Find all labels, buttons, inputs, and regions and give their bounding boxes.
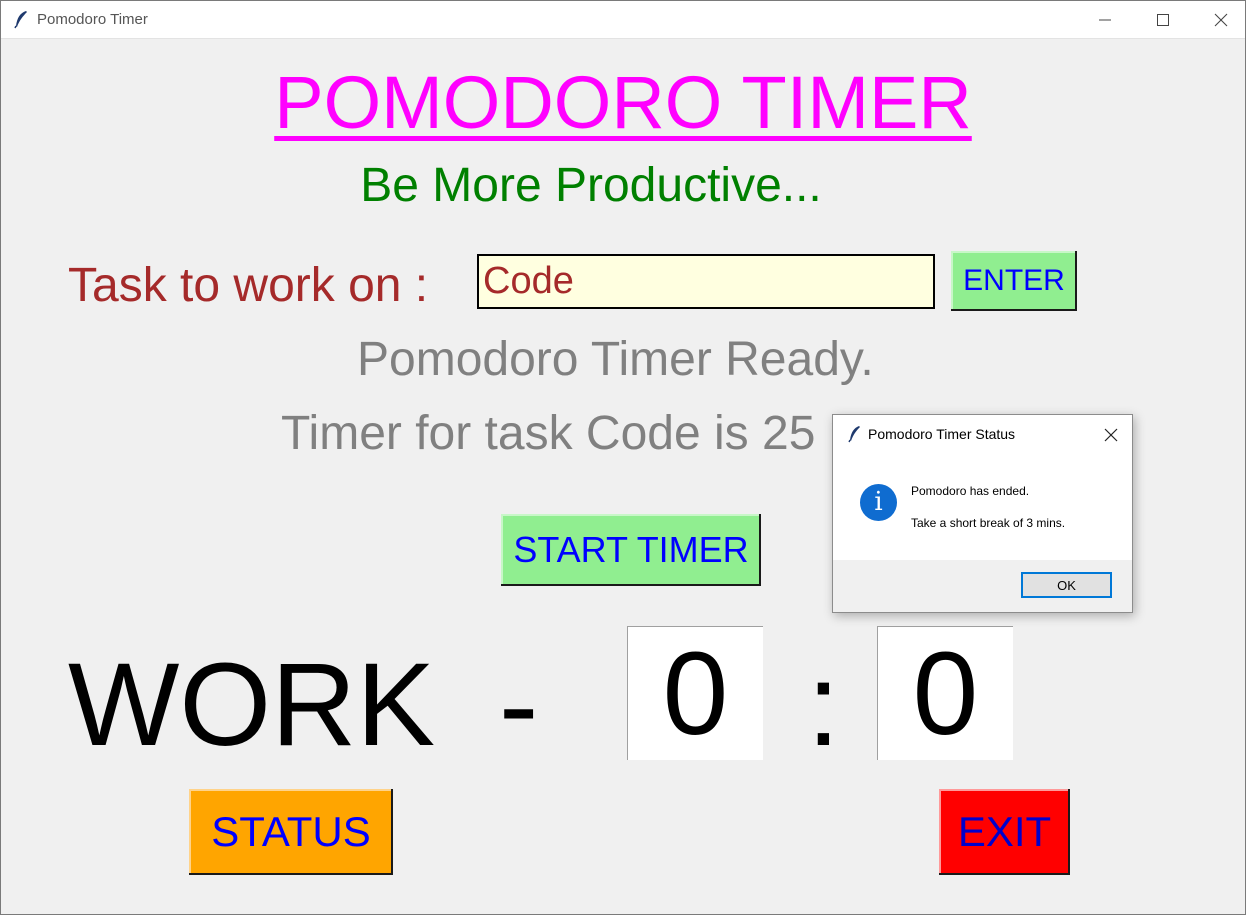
seconds-display: 0 <box>877 626 1013 760</box>
info-icon: i <box>860 484 897 521</box>
task-input[interactable] <box>477 254 935 309</box>
ok-button[interactable]: OK <box>1021 572 1112 598</box>
close-button[interactable] <box>1192 1 1246 39</box>
dialog-message-line2: Take a short break of 3 mins. <box>911 516 1066 530</box>
close-icon <box>1104 428 1118 442</box>
title-bar[interactable]: Pomodoro Timer <box>1 1 1245 39</box>
close-icon <box>1214 13 1228 27</box>
feather-icon <box>848 426 860 443</box>
mode-label: WORK <box>68 639 436 771</box>
task-label: Task to work on : <box>68 259 429 312</box>
status-ready-text: Pomodoro Timer Ready. <box>357 333 874 386</box>
enter-button[interactable]: ENTER <box>951 251 1077 311</box>
time-separator: : <box>807 639 840 771</box>
dialog-footer: OK <box>833 560 1132 612</box>
minutes-display: 0 <box>627 626 763 760</box>
maximize-button[interactable] <box>1134 1 1192 39</box>
dialog-close-button[interactable] <box>1097 423 1125 447</box>
window-title: Pomodoro Timer <box>37 11 148 28</box>
app-subtitle: Be More Productive... <box>360 159 822 212</box>
app-title: POMODORO TIMER <box>1 60 1245 145</box>
status-button[interactable]: STATUS <box>189 789 393 875</box>
minimize-button[interactable] <box>1076 1 1134 39</box>
mode-separator: - <box>499 639 539 771</box>
status-dialog: Pomodoro Timer Status i Pomodoro has end… <box>832 414 1133 613</box>
maximize-icon <box>1157 14 1169 26</box>
exit-button[interactable]: EXIT <box>939 789 1070 875</box>
feather-icon <box>14 11 27 29</box>
start-timer-button[interactable]: START TIMER <box>501 514 761 586</box>
dialog-message-line1: Pomodoro has ended. <box>911 484 1030 498</box>
dialog-title: Pomodoro Timer Status <box>868 426 1016 442</box>
app-title-text: POMODORO TIMER <box>274 61 972 144</box>
minimize-icon <box>1099 19 1111 21</box>
